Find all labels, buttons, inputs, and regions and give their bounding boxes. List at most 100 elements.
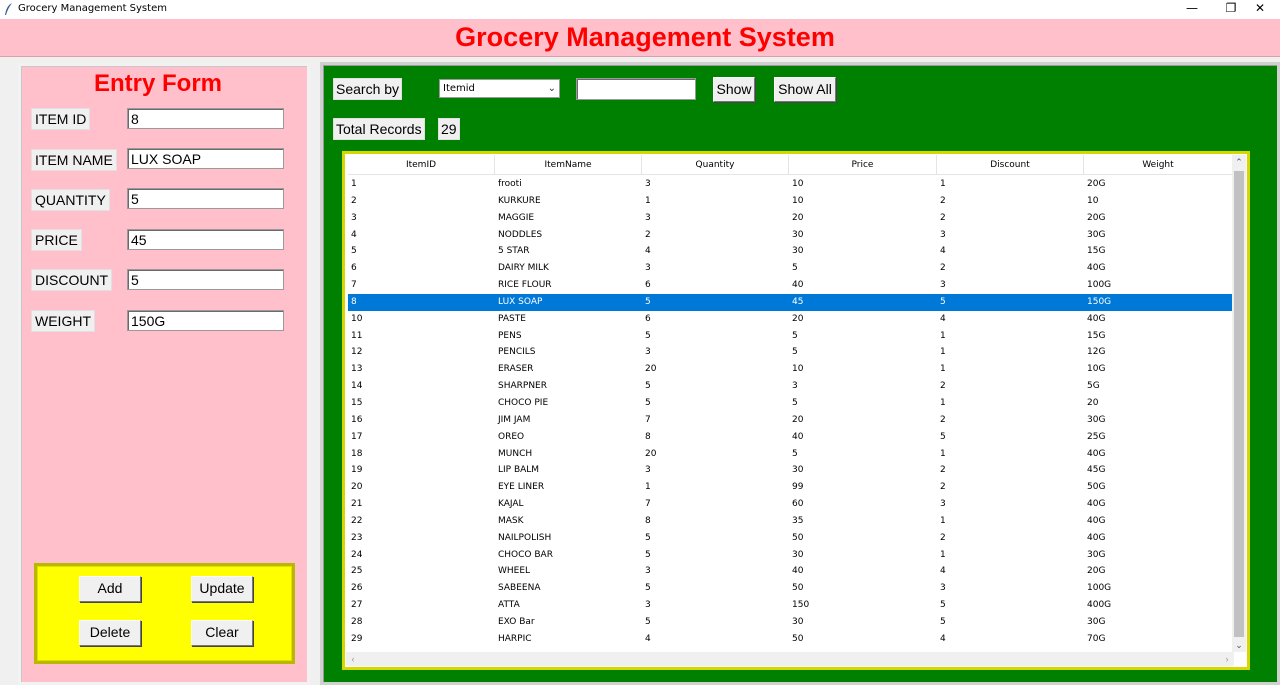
table-cell-discount: 2: [940, 532, 946, 543]
table-row[interactable]: 5 5 STAR 4 30 4 15G: [348, 243, 1232, 260]
table-row[interactable]: 12 PENCILS 3 5 1 12G: [348, 344, 1232, 361]
weight-field[interactable]: [127, 310, 284, 331]
table-cell-itemid: 13: [351, 364, 363, 375]
table-row[interactable]: 19 LIP BALM 3 30 2 45G: [348, 462, 1232, 479]
table-row[interactable]: 3 MAGGIE 3 20 2 20G: [348, 210, 1232, 227]
delete-button[interactable]: Delete: [79, 620, 141, 646]
table-cell-quantity: 8: [645, 431, 651, 442]
table-row[interactable]: 27 ATTA 3 150 5 400G: [348, 597, 1232, 614]
table-cell-discount: 1: [940, 515, 946, 526]
table-row[interactable]: 16 JIM JAM 7 20 2 30G: [348, 412, 1232, 429]
table-cell-itemid: 8: [351, 296, 357, 307]
column-header-quantity[interactable]: Quantity: [642, 155, 789, 175]
table-row[interactable]: 25 WHEEL 3 40 4 20G: [348, 563, 1232, 580]
table-cell-itemname: MAGGIE: [498, 212, 535, 223]
table-row[interactable]: 21 KAJAL 7 60 3 40G: [348, 496, 1232, 513]
table-row[interactable]: 26 SABEENA 5 50 3 100G: [348, 580, 1232, 597]
vertical-scroll-thumb[interactable]: [1234, 171, 1244, 637]
price-label: PRICE: [31, 229, 82, 251]
column-header-itemname[interactable]: ItemName: [495, 155, 642, 175]
table-row[interactable]: 7 RICE FLOUR 6 40 3 100G: [348, 277, 1232, 294]
column-header-discount[interactable]: Discount: [937, 155, 1084, 175]
column-header-price[interactable]: Price: [789, 155, 937, 175]
discount-field[interactable]: [127, 269, 284, 290]
table-row[interactable]: 29 HARPIC 4 50 4 70G: [348, 631, 1232, 648]
search-field-value: Itemid: [443, 83, 475, 94]
minimize-button[interactable]: —: [1172, 0, 1212, 19]
scroll-up-icon[interactable]: ⌃: [1232, 155, 1246, 169]
table-cell-itemname: MUNCH: [498, 448, 533, 459]
table-cell-discount: 3: [940, 229, 946, 240]
update-button[interactable]: Update: [191, 576, 253, 602]
table-row[interactable]: 17 OREO 8 40 5 25G: [348, 429, 1232, 446]
item-id-field[interactable]: [127, 108, 284, 129]
close-button[interactable]: ✕: [1240, 0, 1280, 19]
table-row[interactable]: 2 KURKURE 1 10 2 10: [348, 193, 1232, 210]
table-row[interactable]: 23 NAILPOLISH 5 50 2 40G: [348, 530, 1232, 547]
table-row[interactable]: 24 CHOCO BAR 5 30 1 30G: [348, 547, 1232, 564]
table-row[interactable]: 4 NODDLES 2 30 3 30G: [348, 227, 1232, 244]
table-cell-weight: 50G: [1087, 482, 1106, 493]
table-cell-quantity: 5: [645, 330, 651, 341]
table-row[interactable]: 28 EXO Bar 5 30 5 30G: [348, 614, 1232, 631]
table-cell-discount: 2: [940, 195, 946, 206]
table-cell-quantity: 3: [645, 347, 651, 358]
clear-button[interactable]: Clear: [191, 620, 253, 646]
table-cell-discount: 1: [940, 347, 946, 358]
table-cell-itemid: 25: [351, 566, 363, 577]
table-cell-discount: 2: [940, 414, 946, 425]
table-cell-itemid: 18: [351, 448, 363, 459]
show-all-button[interactable]: Show All: [774, 77, 836, 102]
records-table: ItemID ItemName Quantity Price Discount …: [342, 151, 1250, 670]
weight-label: WEIGHT: [31, 310, 95, 332]
scroll-right-icon[interactable]: ›: [1220, 652, 1234, 666]
table-cell-itemid: 22: [351, 515, 363, 526]
table-cell-quantity: 8: [645, 515, 651, 526]
table-cell-price: 30: [792, 246, 804, 257]
item-name-field[interactable]: [127, 148, 284, 169]
table-cell-price: 20: [792, 313, 804, 324]
quantity-field[interactable]: [127, 188, 284, 209]
horizontal-scrollbar[interactable]: ‹ ›: [346, 652, 1234, 666]
table-cell-weight: 40G: [1087, 499, 1106, 510]
header-banner: Grocery Management System: [0, 19, 1280, 57]
table-cell-weight: 30G: [1087, 549, 1106, 560]
column-header-weight[interactable]: Weight: [1084, 155, 1232, 175]
table-row[interactable]: 15 CHOCO PIE 5 5 1 20: [348, 395, 1232, 412]
action-button-box: Add Update Delete Clear: [34, 563, 295, 664]
scroll-down-icon[interactable]: ⌄: [1232, 638, 1246, 652]
search-field-select[interactable]: Itemid ⌄: [439, 79, 560, 98]
search-input[interactable]: [576, 78, 696, 100]
table-cell-price: 5: [792, 448, 798, 459]
table-cell-price: 3: [792, 381, 798, 392]
column-header-itemid[interactable]: ItemID: [348, 155, 495, 175]
table-cell-itemname: CHOCO PIE: [498, 397, 549, 408]
table-cell-discount: 5: [940, 600, 946, 611]
table-cell-itemid: 3: [351, 212, 357, 223]
table-cell-discount: 1: [940, 330, 946, 341]
table-row[interactable]: 1 frooti 3 10 1 20G: [348, 176, 1232, 193]
price-field[interactable]: [127, 229, 284, 250]
vertical-scrollbar[interactable]: ⌃ ⌄: [1232, 155, 1246, 652]
table-cell-weight: 70G: [1087, 633, 1106, 644]
table-row[interactable]: 8 LUX SOAP 5 45 5 150G: [348, 293, 1232, 311]
table-cell-itemid: 14: [351, 381, 363, 392]
table-row[interactable]: 20 EYE LINER 1 99 2 50G: [348, 479, 1232, 496]
table-cell-price: 20: [792, 414, 804, 425]
table-row[interactable]: 6 DAIRY MILK 3 5 2 40G: [348, 260, 1232, 277]
show-button[interactable]: Show: [713, 77, 755, 102]
table-row[interactable]: 13 ERASER 20 10 1 10G: [348, 361, 1232, 378]
scroll-left-icon[interactable]: ‹: [346, 652, 360, 666]
table-cell-weight: 40G: [1087, 448, 1106, 459]
table-cell-price: 5: [792, 263, 798, 274]
table-row[interactable]: 10 PASTE 6 20 4 40G: [348, 311, 1232, 328]
table-row[interactable]: 18 MUNCH 20 5 1 40G: [348, 446, 1232, 463]
table-cell-discount: 2: [940, 381, 946, 392]
table-cell-quantity: 5: [645, 532, 651, 543]
table-row[interactable]: 11 PENS 5 5 1 15G: [348, 328, 1232, 345]
table-row[interactable]: 14 SHARPNER 5 3 2 5G: [348, 378, 1232, 395]
table-cell-itemname: EXO Bar: [498, 616, 535, 627]
table-row[interactable]: 22 MASK 8 35 1 40G: [348, 513, 1232, 530]
add-button[interactable]: Add: [79, 576, 141, 602]
table-cell-itemid: 29: [351, 633, 363, 644]
